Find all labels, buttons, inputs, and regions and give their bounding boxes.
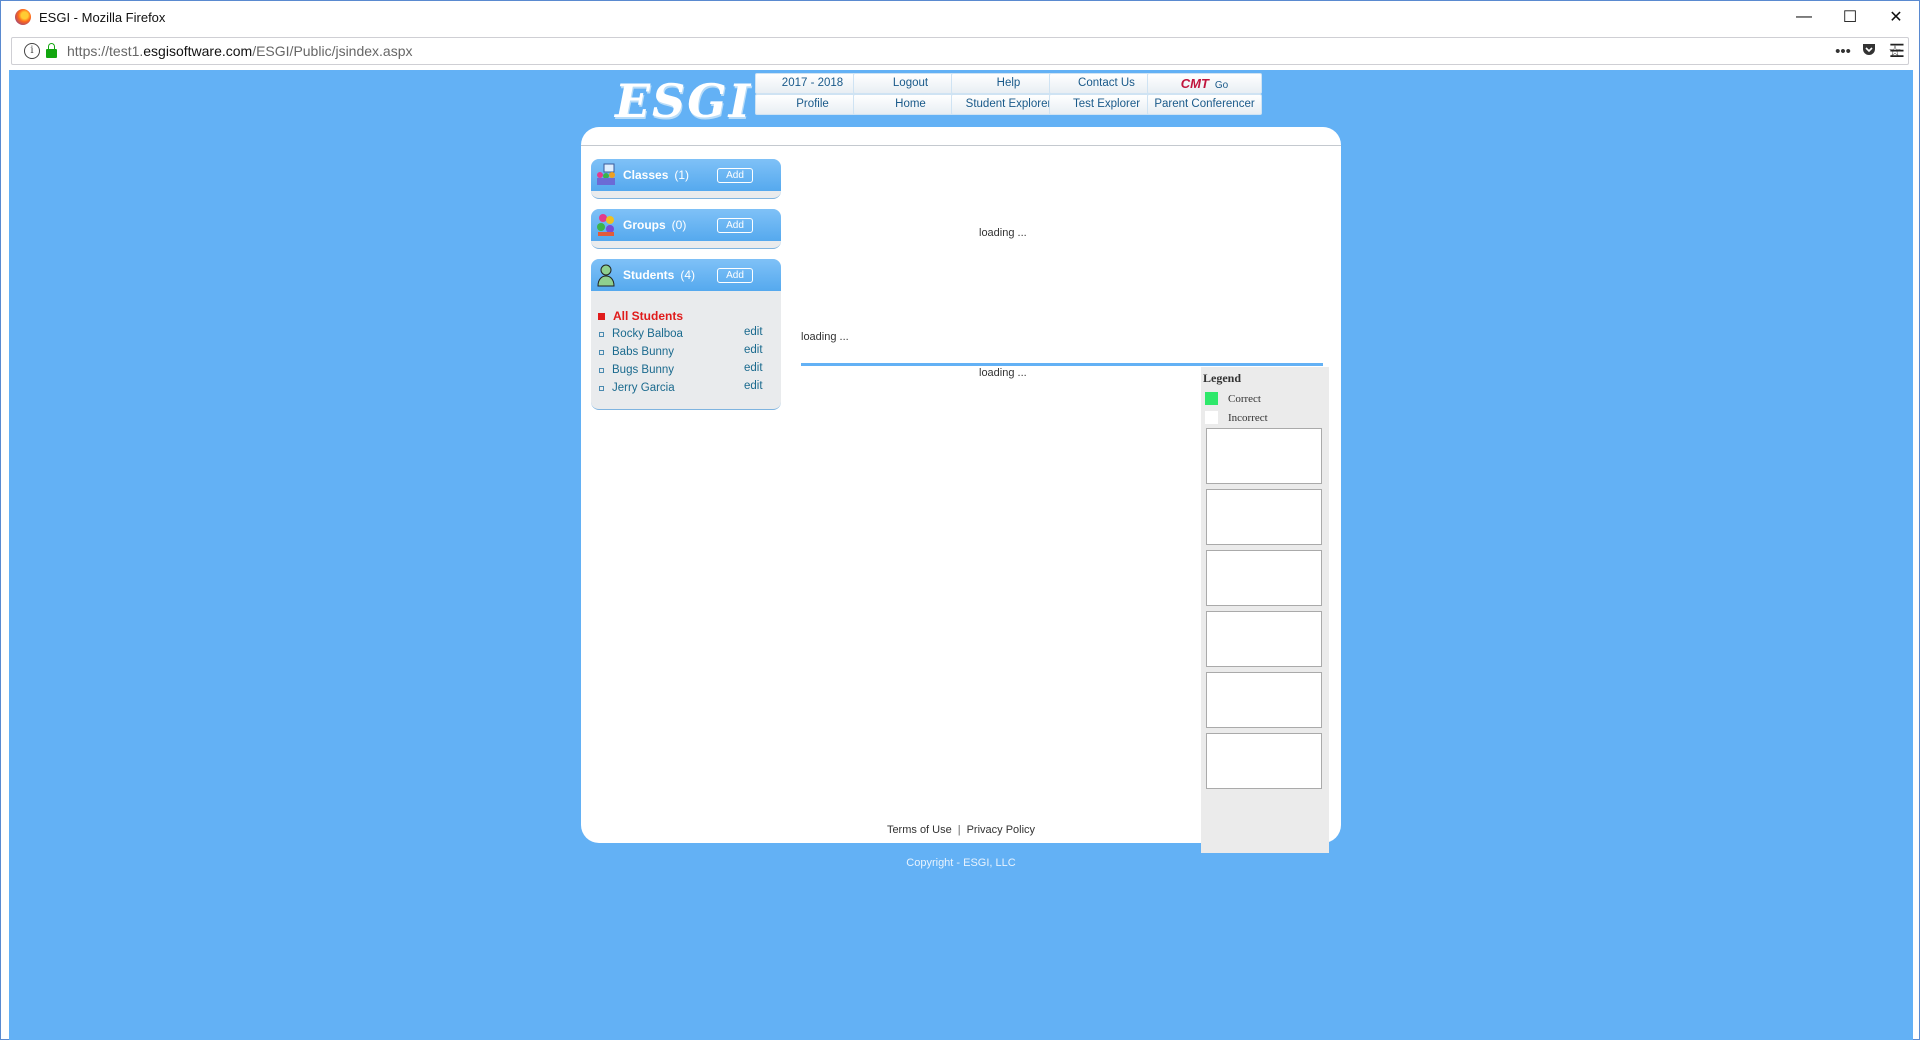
url-path: /ESGI/Public/jsindex.aspx <box>252 43 413 59</box>
nav-cmt-go[interactable]: CMT Go <box>1147 73 1262 94</box>
legend-incorrect-label: Incorrect <box>1228 411 1268 424</box>
content-divider <box>801 363 1323 366</box>
browser-window: ESGI - Mozilla Firefox — ☐ ✕ i https://t… <box>0 0 1920 1040</box>
classes-count: (1) <box>674 168 690 182</box>
firefox-icon <box>15 9 31 25</box>
url-prefix: https://test1. <box>67 43 144 59</box>
classes-icon <box>595 163 617 187</box>
legend-box <box>1206 489 1322 545</box>
edit-student-link[interactable]: edit <box>744 380 763 392</box>
edit-student-link[interactable]: edit <box>744 362 763 374</box>
pocket-icon[interactable] <box>1856 42 1882 60</box>
student-item[interactable]: Rocky Balboa edit <box>599 325 781 343</box>
title-bar: ESGI - Mozilla Firefox <box>1 1 1919 33</box>
close-button[interactable]: ✕ <box>1873 1 1919 33</box>
maximize-button[interactable]: ☐ <box>1827 1 1873 33</box>
classes-title: Classes <box>623 168 669 182</box>
student-name[interactable]: Jerry Garcia <box>612 382 675 394</box>
student-name[interactable]: Babs Bunny <box>612 346 674 358</box>
footer-separator: | <box>957 824 961 836</box>
privacy-link[interactable]: Privacy Policy <box>967 824 1035 836</box>
classes-panel: Classes (1) Add <box>591 159 781 199</box>
students-count: (4) <box>680 268 696 282</box>
page-viewport: ESGI 2017 - 2018 Logout Help Contact Us … <box>9 70 1913 1040</box>
classes-header[interactable]: Classes (1) Add <box>591 159 781 191</box>
add-student-button[interactable]: Add <box>717 268 753 283</box>
legend-box <box>1206 672 1322 728</box>
page-actions-icon[interactable]: ••• <box>1830 43 1856 60</box>
copyright: Copyright - ESGI, LLC <box>906 857 1016 869</box>
students-panel: Students (4) Add All Students Rocky Balb… <box>591 259 781 410</box>
legend-correct-label: Correct <box>1228 392 1261 405</box>
legend-box <box>1206 428 1322 484</box>
groups-title: Groups <box>623 218 666 232</box>
bullet-icon <box>599 367 604 373</box>
terms-link[interactable]: Terms of Use <box>887 824 952 836</box>
students-header[interactable]: Students (4) Add <box>591 259 781 291</box>
cmt-go-label: Go <box>1214 80 1229 91</box>
legend-box <box>1206 550 1322 606</box>
esgi-logo[interactable]: ESGI <box>615 74 752 128</box>
legend-box <box>1206 733 1322 789</box>
all-students-label: All Students <box>613 309 684 323</box>
legend-boxes <box>1201 428 1329 789</box>
bullet-icon <box>599 349 604 355</box>
url-text[interactable]: https://test1.esgisoftware.com/ESGI/Publ… <box>67 43 413 59</box>
hamburger-menu-icon[interactable]: ☰ <box>1885 39 1909 63</box>
main-card: Classes (1) Add Groups (0) Add Students … <box>581 127 1341 853</box>
students-list: All Students Rocky Balboa edit Babs Bunn… <box>591 291 781 405</box>
edit-student-link[interactable]: edit <box>744 344 763 356</box>
student-item[interactable]: Bugs Bunny edit <box>599 361 781 379</box>
minimize-button[interactable]: — <box>1781 1 1827 33</box>
correct-swatch <box>1205 392 1218 405</box>
groups-count: (0) <box>671 218 687 232</box>
cmt-label: CMT <box>1180 76 1209 91</box>
student-name[interactable]: Bugs Bunny <box>612 364 674 376</box>
nav-parent-conferencer[interactable]: Parent Conferencer <box>1147 94 1262 115</box>
bullet-icon <box>599 385 604 391</box>
students-title: Students <box>623 268 675 282</box>
loading-bottom: loading ... <box>979 367 1027 379</box>
address-bar[interactable]: i https://test1.esgisoftware.com/ESGI/Pu… <box>11 37 1909 65</box>
site-info-icon[interactable]: i <box>24 43 40 59</box>
window-title: ESGI - Mozilla Firefox <box>39 9 166 25</box>
legend-title: Legend <box>1203 371 1242 385</box>
site-header: ESGI 2017 - 2018 Logout Help Contact Us … <box>589 70 1349 128</box>
footer-links: Terms of Use | Privacy Policy <box>581 824 1341 836</box>
bullet-icon <box>599 331 604 337</box>
groups-panel: Groups (0) Add <box>591 209 781 249</box>
loading-middle: loading ... <box>801 331 849 343</box>
legend-box <box>1206 611 1322 667</box>
incorrect-swatch <box>1205 411 1218 424</box>
add-group-button[interactable]: Add <box>717 218 753 233</box>
legend-panel: Legend Correct Incorrect <box>1201 367 1329 853</box>
loading-top: loading ... <box>979 227 1027 239</box>
legend-correct: Correct <box>1205 392 1329 405</box>
student-item[interactable]: Jerry Garcia edit <box>599 379 781 397</box>
student-item[interactable]: Babs Bunny edit <box>599 343 781 361</box>
groups-icon <box>595 213 617 237</box>
lock-icon[interactable] <box>46 42 57 58</box>
window-controls: — ☐ ✕ <box>1781 1 1919 33</box>
bullet-icon <box>598 312 605 320</box>
student-name[interactable]: Rocky Balboa <box>612 328 683 340</box>
groups-header[interactable]: Groups (0) Add <box>591 209 781 241</box>
all-students-item[interactable]: All Students <box>598 307 781 325</box>
card-header-divider <box>581 145 1341 146</box>
add-class-button[interactable]: Add <box>717 168 753 183</box>
legend-incorrect: Incorrect <box>1205 411 1329 424</box>
url-domain: esgisoftware.com <box>143 43 253 59</box>
edit-student-link[interactable]: edit <box>744 326 763 338</box>
student-icon <box>595 263 617 287</box>
